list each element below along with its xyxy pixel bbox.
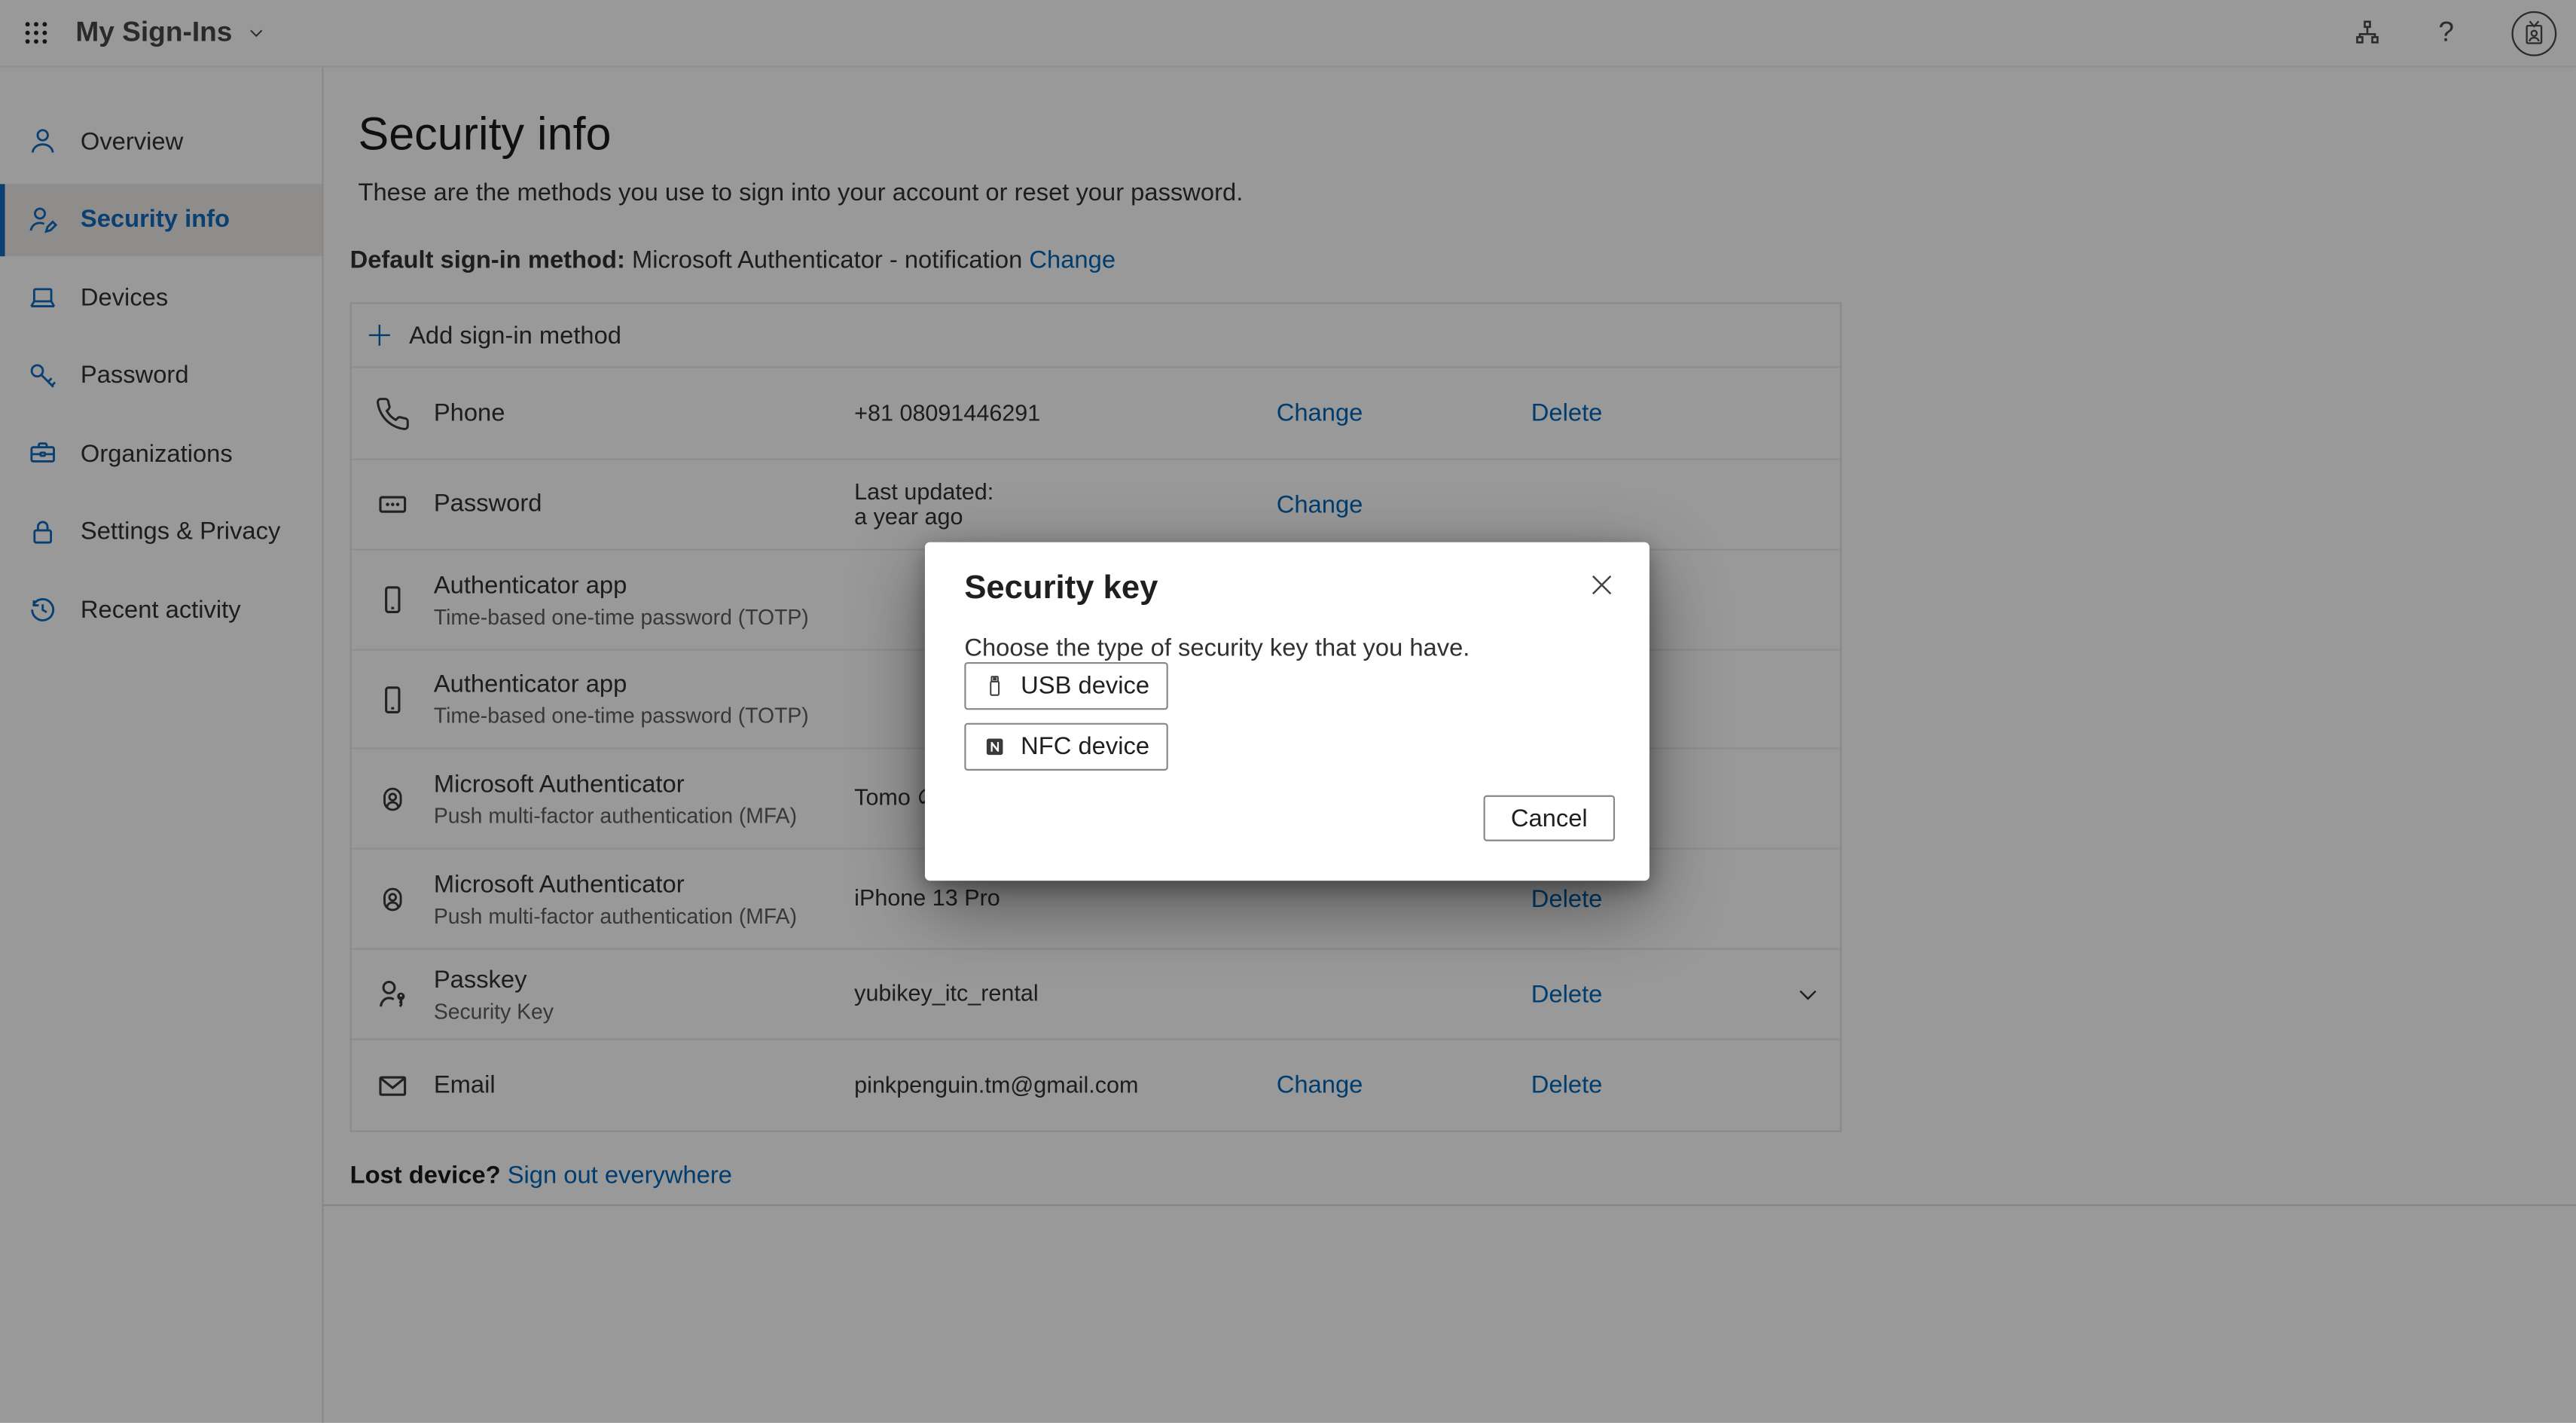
modal-title: Security key <box>964 565 1158 611</box>
nfc-icon <box>983 734 1008 759</box>
nfc-device-label: NFC device <box>1021 733 1149 761</box>
nfc-device-button[interactable]: NFC device <box>964 723 1167 771</box>
cancel-label: Cancel <box>1511 805 1588 832</box>
modal-body-text: Choose the type of security key that you… <box>964 634 1470 662</box>
cancel-button[interactable]: Cancel <box>1484 795 1615 841</box>
usb-device-label: USB device <box>1021 672 1149 700</box>
security-key-modal: Security key Choose the type of security… <box>925 542 1650 881</box>
close-icon[interactable] <box>1587 570 1616 600</box>
my-signins-page: My Sign-Ins ? Ove <box>0 0 2576 1423</box>
usb-device-button[interactable]: USB device <box>964 662 1167 710</box>
usb-icon <box>983 673 1008 698</box>
